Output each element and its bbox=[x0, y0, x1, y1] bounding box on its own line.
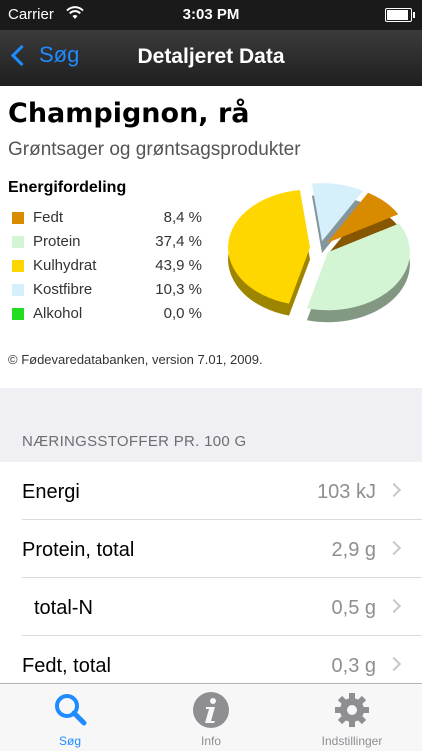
legend-value: 0,0 % bbox=[163, 305, 202, 322]
copyright-text: © Fødevaredatabanken, version 7.01, 2009… bbox=[8, 352, 263, 367]
nutrients-section-header: NÆRINGSSTOFFER PR. 100 G bbox=[22, 433, 247, 450]
nutrient-row-energi[interactable]: Energi 103 kJ bbox=[0, 462, 422, 520]
chevron-right-icon bbox=[386, 540, 402, 556]
nutrient-row-protein[interactable]: Protein, total 2,9 g bbox=[0, 520, 422, 578]
nutrient-label: total-N bbox=[34, 597, 93, 619]
nutrient-value: 2,9 g bbox=[331, 539, 376, 561]
food-name: Champignon, rå bbox=[8, 98, 250, 129]
page-title: Detaljeret Data bbox=[137, 45, 285, 68]
legend-label: Kulhydrat bbox=[33, 257, 97, 274]
search-icon bbox=[55, 694, 87, 726]
legend-label: Protein bbox=[33, 233, 81, 250]
nutrient-value: 0,3 g bbox=[331, 655, 376, 677]
legend-label: Fedt bbox=[33, 209, 64, 226]
legend-row: Protein 37,4 % bbox=[12, 232, 212, 256]
legend-label: Kostfibre bbox=[33, 281, 93, 298]
legend-row: Kulhydrat 43,9 % bbox=[12, 256, 212, 280]
legend-value: 10,3 % bbox=[155, 281, 202, 298]
gear-icon bbox=[335, 693, 369, 727]
navigation-bar: Søg Detaljeret Data bbox=[0, 30, 422, 86]
nutrient-row-total-n[interactable]: total-N 0,5 g bbox=[0, 578, 422, 636]
food-header: Champignon, rå Grøntsager og grøntsagspr… bbox=[0, 86, 422, 388]
nutrient-label: Fedt, total bbox=[22, 655, 111, 677]
tab-settings[interactable]: Indstillinger bbox=[282, 684, 422, 751]
info-icon bbox=[193, 692, 229, 728]
legend-swatch bbox=[12, 212, 24, 224]
tab-label: Indstillinger bbox=[321, 734, 383, 748]
legend-row: Kostfibre 10,3 % bbox=[12, 280, 212, 304]
energy-legend: Fedt 8,4 % Protein 37,4 % Kulhydrat 43,9… bbox=[12, 208, 212, 328]
legend-value: 43,9 % bbox=[155, 257, 202, 274]
legend-swatch bbox=[12, 284, 24, 296]
legend-swatch bbox=[12, 260, 24, 272]
food-group: Grøntsager og grøntsagsprodukter bbox=[8, 139, 301, 160]
nutrient-label: Energi bbox=[22, 481, 80, 503]
legend-row: Fedt 8,4 % bbox=[12, 208, 212, 232]
nutrient-list: Energi 103 kJ Protein, total 2,9 g total… bbox=[0, 462, 422, 694]
energy-pie-chart bbox=[228, 183, 410, 323]
nutrient-label: Protein, total bbox=[22, 539, 135, 561]
legend-swatch bbox=[12, 236, 24, 248]
nutrient-value: 103 kJ bbox=[317, 481, 376, 503]
tab-label: Info bbox=[200, 734, 221, 748]
nutrient-value: 0,5 g bbox=[331, 597, 376, 619]
chevron-right-icon bbox=[386, 598, 402, 614]
clock: 3:03 PM bbox=[182, 6, 240, 23]
legend-label: Alkohol bbox=[33, 305, 83, 322]
tab-bar: Søg Info Indstillinger bbox=[0, 683, 422, 751]
legend-value: 37,4 % bbox=[155, 233, 202, 250]
status-bar: Carrier 3:03 PM bbox=[0, 0, 422, 30]
legend-swatch bbox=[12, 308, 24, 320]
tab-label: Søg bbox=[58, 734, 81, 748]
legend-value: 8,4 % bbox=[163, 209, 202, 226]
chevron-right-icon bbox=[386, 656, 402, 672]
tab-search[interactable]: Søg bbox=[0, 684, 140, 751]
energy-distribution-title: Energifordeling bbox=[8, 179, 127, 196]
battery-icon bbox=[385, 8, 415, 22]
legend-row: Alkohol 0,0 % bbox=[12, 304, 212, 328]
tab-info[interactable]: Info bbox=[141, 684, 281, 751]
chevron-right-icon bbox=[386, 482, 402, 498]
